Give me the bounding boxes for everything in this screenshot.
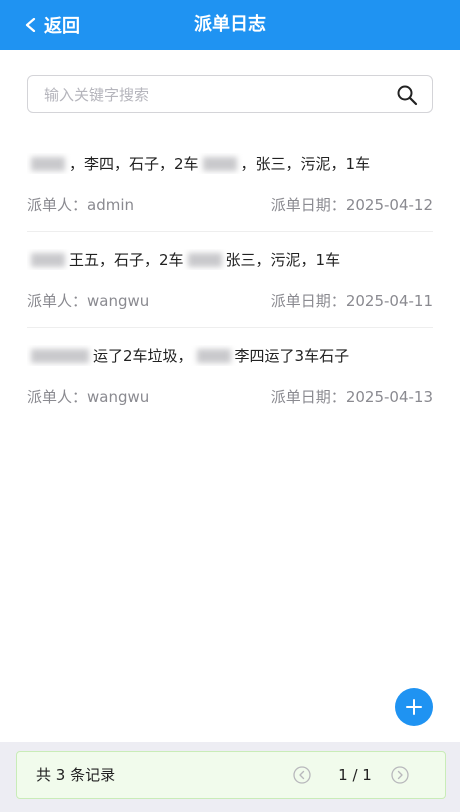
chevron-left-icon	[25, 18, 36, 32]
back-label: 返回	[44, 16, 80, 37]
dispatch-date: 派单日期：2025-04-11	[270, 292, 433, 310]
list-item[interactable]: 王五，石子，2车 张三，污泥，1车 派单人：wangwu 派单日期：2025-04…	[27, 232, 433, 328]
dispatch-log-list: ，李四，石子，2车 ，张三，污泥，1车 派单人：admin 派单日期：2025-0…	[27, 136, 433, 423]
redacted-text	[31, 253, 65, 267]
page-indicator: 1 / 1	[338, 766, 372, 784]
app-header: 返回 派单日志	[0, 0, 460, 50]
back-button[interactable]: 返回	[24, 0, 80, 50]
log-description: 王五，石子，2车 张三，污泥，1车	[27, 249, 433, 270]
dispatcher: 派单人：wangwu	[27, 388, 150, 406]
redacted-text	[202, 157, 237, 171]
search-icon[interactable]	[396, 84, 418, 106]
log-description: ，李四，石子，2车 ，张三，污泥，1车	[27, 153, 433, 174]
add-dispatch-button[interactable]	[395, 688, 433, 726]
search-bar	[27, 75, 433, 114]
dispatch-date: 派单日期：2025-04-12	[270, 196, 433, 214]
main-content: ，李四，石子，2车，张三，污泥，1车 派单人：admin 派单日期：2025-0…	[0, 50, 460, 742]
record-count: 共 3 条记录	[36, 766, 116, 784]
redacted-text	[187, 253, 222, 267]
plus-icon	[406, 699, 422, 715]
next-page-icon[interactable]	[391, 766, 409, 784]
dispatcher: 派单人：admin	[27, 196, 135, 214]
dispatch-date: 派单日期：2025-04-13	[270, 388, 433, 406]
prev-page-icon[interactable]	[293, 766, 311, 784]
redacted-text	[31, 349, 89, 363]
redacted-text	[31, 157, 65, 171]
redacted-text	[196, 349, 231, 363]
search-input[interactable]	[42, 76, 386, 114]
list-item[interactable]: ，李四，石子，2车 ，张三，污泥，1车 派单人：admin 派单日期：2025-0…	[27, 136, 433, 232]
dispatcher: 派单人：wangwu	[27, 292, 150, 310]
pagination-bar: 共 3 条记录 1 / 1	[16, 751, 446, 799]
list-item[interactable]: 运了2车垃圾， 李四运了3车石子 派单人：wangwu 派单日期：2025-04-…	[27, 328, 433, 423]
log-description: 运了2车垃圾， 李四运了3车石子	[27, 345, 433, 366]
